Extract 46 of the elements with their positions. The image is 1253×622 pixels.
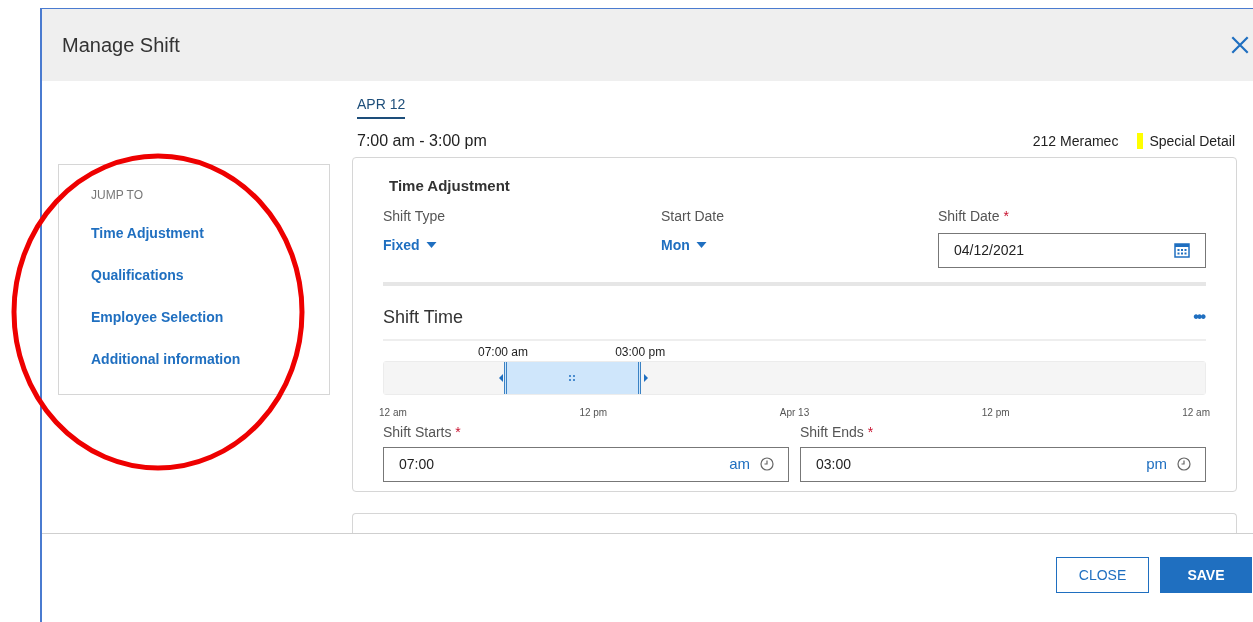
shift-date-field[interactable]: 04/12/2021 xyxy=(938,232,1206,268)
jump-link[interactable]: Employee Selection xyxy=(91,307,224,328)
field-label: Shift Starts xyxy=(383,423,452,440)
axis-tick-label: 12 am xyxy=(379,405,407,420)
shift-start-field[interactable]: 07:00 am xyxy=(383,446,789,482)
field-label: Shift Type xyxy=(383,206,446,226)
caret-icon xyxy=(695,242,707,248)
jump-link[interactable]: Time Adjustment xyxy=(91,223,204,244)
close-button[interactable]: CLOSE xyxy=(1056,557,1149,593)
window-title: Manage Shift xyxy=(62,33,180,58)
left-arrow-icon[interactable] xyxy=(498,373,503,382)
jump-link[interactable]: Additional information xyxy=(91,349,241,370)
jump-link[interactable]: Qualifications xyxy=(91,265,184,286)
section-heading: JUMP TO xyxy=(91,187,144,204)
card-title: Time Adjustment xyxy=(389,176,511,196)
axis-tick-label: 12 pm xyxy=(981,405,1010,420)
date-tab[interactable]: APR 12 xyxy=(357,94,406,119)
axis-tick-label: 12 am xyxy=(1182,405,1210,420)
axis-tick-label: 12 pm xyxy=(579,405,608,420)
tag-label: Special Detail xyxy=(1149,131,1235,151)
save-button[interactable]: SAVE xyxy=(1160,557,1252,593)
right-arrow-icon[interactable] xyxy=(643,373,648,382)
field-label: Shift Ends xyxy=(800,423,864,440)
meridiem-toggle[interactable]: am xyxy=(729,452,750,476)
calendar-icon[interactable] xyxy=(1174,242,1190,258)
shift-type-dropdown[interactable]: Fixed xyxy=(383,234,437,256)
location-label: 212 Meramec xyxy=(1032,131,1119,151)
meridiem-toggle[interactable]: pm xyxy=(1146,452,1167,476)
start-date-dropdown[interactable]: Mon xyxy=(661,234,707,256)
required-mark: * xyxy=(455,423,461,440)
shift-hours: 7:00 am - 3:00 pm xyxy=(357,131,487,151)
section-title: Shift Time xyxy=(383,305,464,329)
axis-tick-label: Apr 13 xyxy=(779,405,810,420)
more-options-button[interactable]: ••• xyxy=(1193,309,1204,325)
field-label: Start Date xyxy=(661,206,726,226)
clock-icon[interactable] xyxy=(760,457,774,471)
close-icon[interactable] xyxy=(1229,34,1251,56)
caret-icon xyxy=(425,242,437,248)
shift-end-field[interactable]: 03:00 pm xyxy=(800,446,1206,482)
field-label: Shift Date xyxy=(938,207,1000,224)
clock-icon[interactable] xyxy=(1177,457,1191,471)
handle-time-label: 07:00 am xyxy=(477,343,528,361)
required-mark: * xyxy=(1003,207,1009,224)
drag-handle-icon[interactable] xyxy=(568,373,577,382)
required-mark: * xyxy=(867,423,874,440)
handle-time-label: 03:00 pm xyxy=(615,343,666,361)
